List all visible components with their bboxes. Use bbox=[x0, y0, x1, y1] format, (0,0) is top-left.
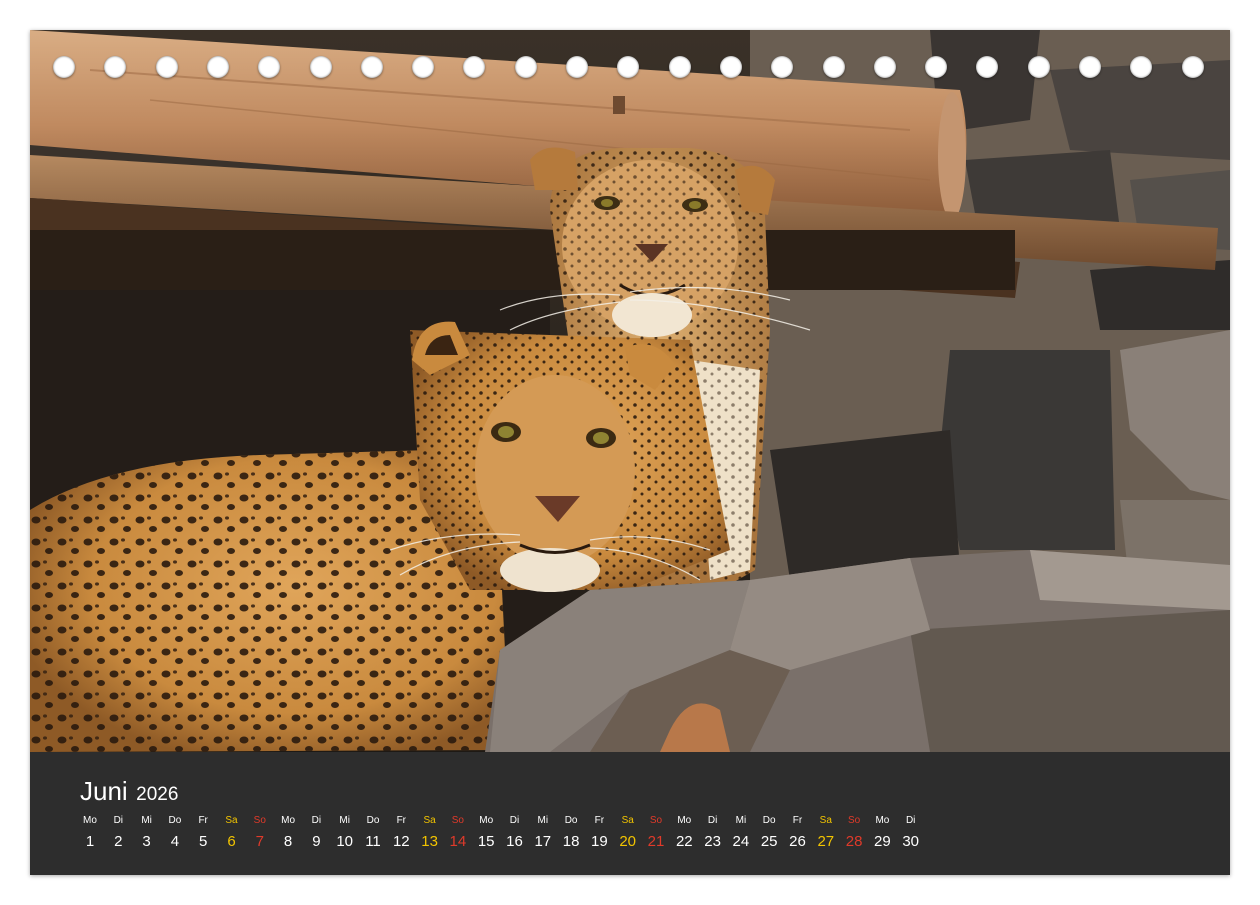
day-of-week-label: Mi bbox=[735, 815, 747, 826]
day-number: 21 bbox=[647, 833, 665, 850]
day-of-week-label: Di bbox=[905, 815, 916, 826]
day-of-week-label: Di bbox=[509, 815, 520, 826]
day-cell: Sa 20 bbox=[614, 814, 642, 850]
day-of-week-label: Mo bbox=[875, 815, 890, 826]
day-number: 26 bbox=[789, 833, 806, 850]
month-title: Juni 2026 bbox=[80, 776, 178, 807]
day-cell: So 28 bbox=[840, 814, 868, 850]
day-number: 3 bbox=[142, 833, 151, 850]
day-cell: Fr 12 bbox=[387, 814, 415, 850]
day-cell: Mi 10 bbox=[331, 814, 359, 850]
day-number: 22 bbox=[675, 833, 693, 850]
day-of-week-label: Mo bbox=[83, 815, 97, 826]
day-cell: Mi 3 bbox=[133, 814, 161, 850]
day-number: 11 bbox=[365, 833, 381, 850]
day-number: 18 bbox=[562, 833, 580, 850]
day-number: 13 bbox=[421, 833, 438, 850]
day-number: 5 bbox=[199, 833, 208, 850]
day-of-week-label: So bbox=[649, 815, 663, 826]
day-number: 14 bbox=[449, 833, 467, 850]
day-cell: Mo 1 bbox=[76, 814, 104, 850]
day-of-week-label: Do bbox=[168, 815, 182, 826]
day-of-week-label: Di bbox=[707, 815, 718, 826]
day-cell: Di 16 bbox=[501, 814, 529, 850]
day-cell: Do 11 bbox=[359, 814, 387, 850]
day-cell: Di 23 bbox=[699, 814, 727, 850]
year: 2026 bbox=[136, 784, 179, 805]
day-number: 8 bbox=[283, 833, 293, 850]
day-cell: So 7 bbox=[246, 814, 274, 850]
day-of-week-label: Do bbox=[564, 815, 578, 826]
day-of-week-label: Mo bbox=[677, 815, 692, 826]
day-number: 6 bbox=[227, 833, 236, 850]
day-cell: Mo 8 bbox=[274, 814, 302, 850]
day-cell: Do 4 bbox=[161, 814, 189, 850]
day-of-week-label: Mi bbox=[537, 815, 549, 826]
day-cell: Do 25 bbox=[755, 814, 783, 850]
calendar-strip: Juni 2026 Mo 1 Di 2 Mi 3 Do 4 Fr 5 Sa 6 So 7 Mo 8 Di 9 Mi 1… bbox=[30, 752, 1230, 875]
day-number: 17 bbox=[534, 833, 552, 850]
day-of-week-label: Mo bbox=[479, 815, 494, 826]
day-cell: Do 18 bbox=[557, 814, 585, 850]
day-cell: Di 9 bbox=[302, 814, 330, 850]
day-cell: Mi 24 bbox=[727, 814, 755, 850]
day-of-week-label: Fr bbox=[198, 815, 208, 826]
day-number: 16 bbox=[506, 833, 523, 850]
month-name: Juni bbox=[80, 776, 128, 806]
day-of-week-label: So bbox=[253, 815, 266, 826]
day-of-week-label: Fr bbox=[594, 815, 605, 826]
day-number: 19 bbox=[591, 833, 608, 850]
day-number: 15 bbox=[477, 833, 495, 850]
day-number: 30 bbox=[902, 833, 920, 850]
day-cell: Sa 27 bbox=[812, 814, 840, 850]
day-cell: Mo 15 bbox=[472, 814, 500, 850]
day-cell: Fr 19 bbox=[585, 814, 613, 850]
day-of-week-label: Sa bbox=[225, 815, 238, 826]
day-cell: Sa 6 bbox=[218, 814, 246, 850]
day-number: 23 bbox=[704, 833, 721, 850]
day-cell: So 21 bbox=[642, 814, 670, 850]
day-number: 20 bbox=[619, 833, 637, 850]
day-of-week-label: Sa bbox=[423, 815, 436, 826]
day-number: 12 bbox=[392, 833, 410, 850]
day-of-week-label: Mi bbox=[339, 815, 350, 826]
calendar-page: Juni 2026 Mo 1 Di 2 Mi 3 Do 4 Fr 5 Sa 6 So 7 Mo 8 Di 9 Mi 1… bbox=[30, 30, 1230, 875]
day-number: 27 bbox=[817, 833, 835, 850]
day-cell: Mi 17 bbox=[529, 814, 557, 850]
day-of-week-label: So bbox=[847, 815, 861, 826]
day-number: 4 bbox=[170, 833, 180, 850]
day-cell: Di 2 bbox=[104, 814, 132, 850]
day-of-week-label: Mi bbox=[141, 815, 152, 826]
day-of-week-label: Fr bbox=[792, 815, 803, 826]
day-cell: Di 30 bbox=[897, 814, 925, 850]
day-of-week-label: Sa bbox=[621, 815, 634, 826]
day-cell: Mo 29 bbox=[868, 814, 896, 850]
day-of-week-label: Mo bbox=[281, 815, 296, 826]
day-number: 9 bbox=[312, 833, 321, 850]
day-of-week-label: Di bbox=[311, 815, 322, 826]
day-number: 1 bbox=[85, 833, 95, 850]
day-of-week-label: Di bbox=[113, 815, 124, 826]
day-number: 28 bbox=[845, 833, 863, 850]
day-of-week-label: Do bbox=[366, 815, 380, 826]
day-number: 10 bbox=[336, 833, 354, 850]
day-cell: Sa 13 bbox=[416, 814, 444, 850]
day-of-week-label: So bbox=[451, 815, 464, 826]
leopard-photo bbox=[30, 30, 1230, 752]
day-number: 2 bbox=[114, 833, 123, 850]
day-of-week-label: Sa bbox=[819, 815, 832, 826]
day-number: 7 bbox=[255, 833, 264, 850]
day-cell: So 14 bbox=[444, 814, 472, 850]
day-of-week-label: Do bbox=[762, 815, 776, 826]
day-cell: Mo 22 bbox=[670, 814, 698, 850]
day-number: 29 bbox=[874, 833, 891, 850]
day-of-week-label: Fr bbox=[396, 815, 407, 826]
day-cell: Fr 26 bbox=[784, 814, 812, 850]
day-cell: Fr 5 bbox=[189, 814, 217, 850]
day-number: 24 bbox=[732, 833, 750, 850]
day-number: 25 bbox=[760, 833, 778, 850]
